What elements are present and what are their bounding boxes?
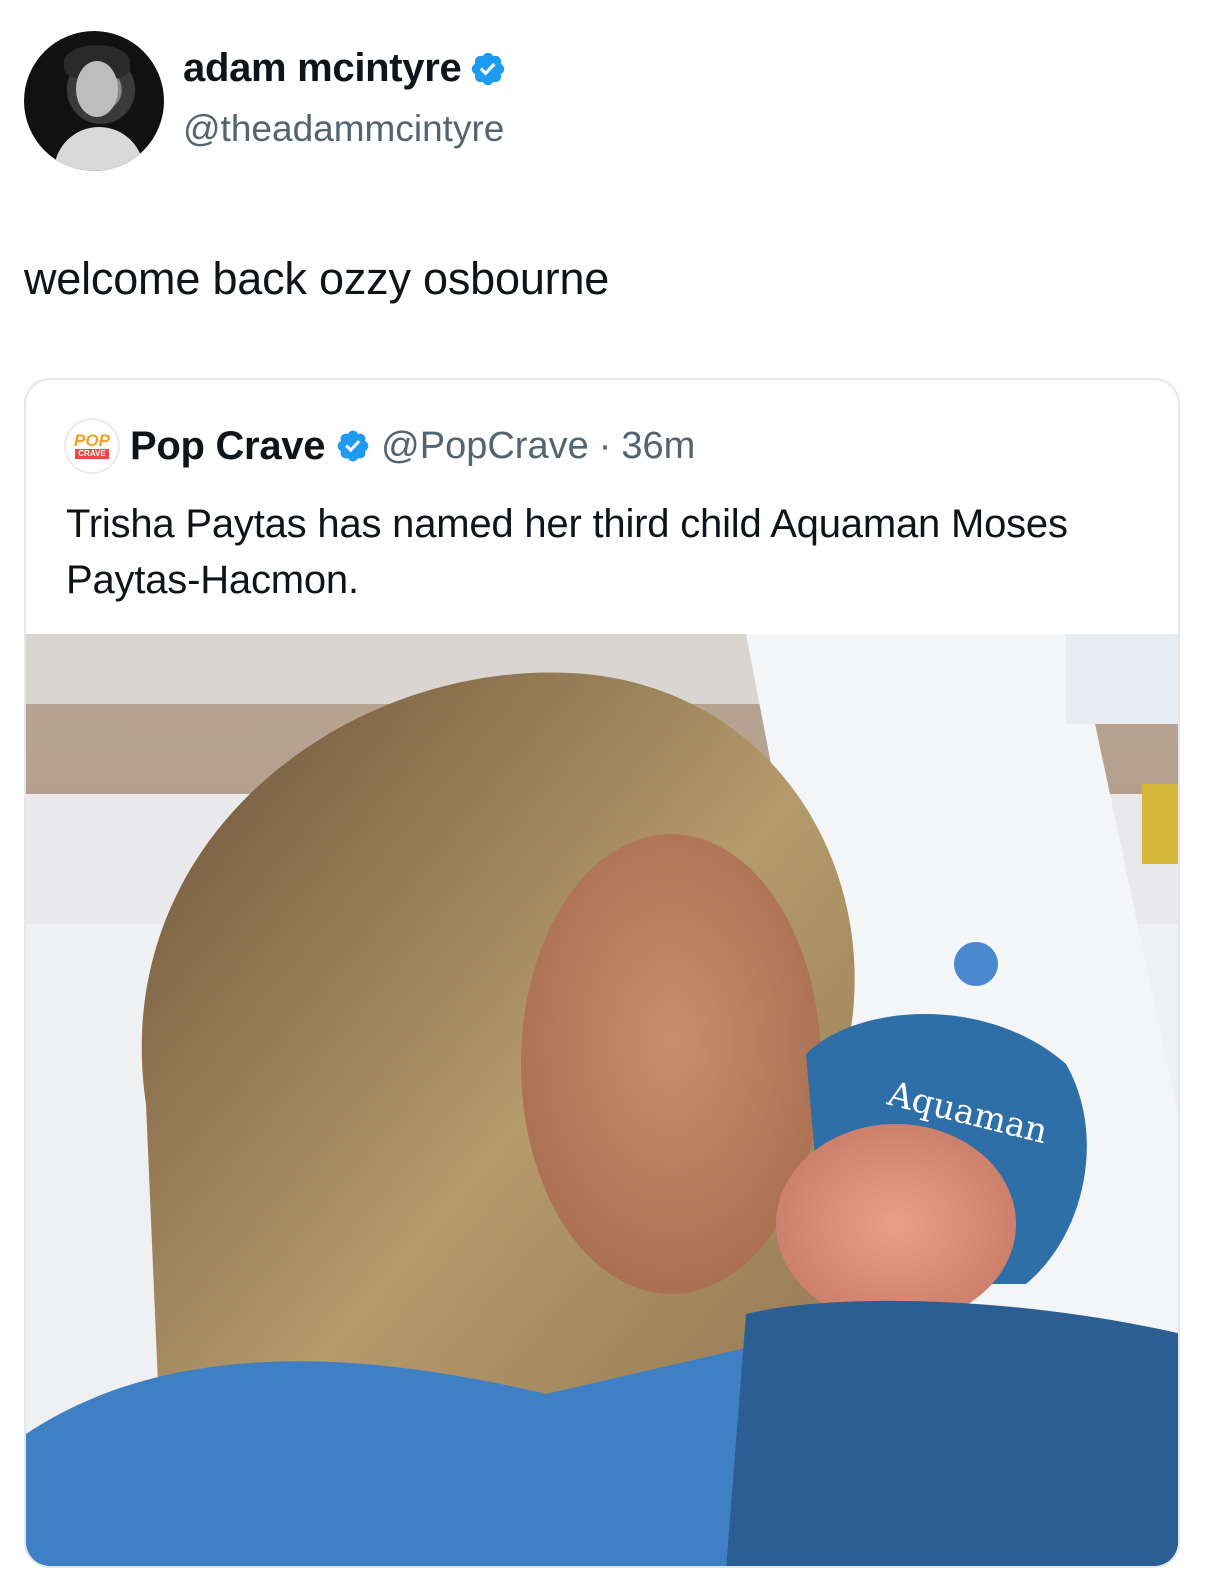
verified-badge-icon: [472, 52, 505, 85]
photo-baby-blanket: [726, 1300, 1178, 1566]
author-avatar[interactable]: [24, 31, 164, 171]
quoted-tweet-photo[interactable]: Aquaman: [26, 634, 1180, 1568]
verified-badge-icon: [337, 430, 369, 462]
logo-text-crave: CRAVE: [75, 449, 109, 459]
quoted-tweet[interactable]: POP CRAVE Pop Crave @PopCrave · 36m Tris…: [24, 378, 1180, 1568]
photo-bed-button: [954, 942, 998, 986]
author-name-row[interactable]: adam mcintyre: [183, 46, 507, 91]
quoted-tweet-text: Trisha Paytas has named her third child …: [66, 502, 1068, 602]
photo-baby-face: [776, 1124, 1016, 1324]
avatar-shoulders: [54, 127, 144, 171]
photo-monitor: [1066, 634, 1178, 724]
logo-text-pop: POP: [74, 431, 110, 450]
quoted-tweet-time[interactable]: 36m: [621, 425, 695, 468]
quoted-author-name[interactable]: Pop Crave: [130, 424, 325, 469]
author-handle[interactable]: @theadammcintyre: [183, 108, 504, 150]
separator-dot: ·: [598, 424, 612, 467]
quoted-author-handle[interactable]: @PopCrave: [381, 425, 589, 468]
photo-woman-face: [521, 834, 821, 1294]
photo-yellow-object: [1142, 784, 1178, 864]
quoted-author-avatar[interactable]: POP CRAVE: [64, 418, 120, 474]
quoted-tweet-header: POP CRAVE Pop Crave @PopCrave · 36m: [64, 418, 695, 474]
tweet-text: welcome back ozzy osbourne: [24, 253, 610, 304]
avatar-face: [76, 61, 118, 117]
author-name[interactable]: adam mcintyre: [183, 46, 462, 91]
